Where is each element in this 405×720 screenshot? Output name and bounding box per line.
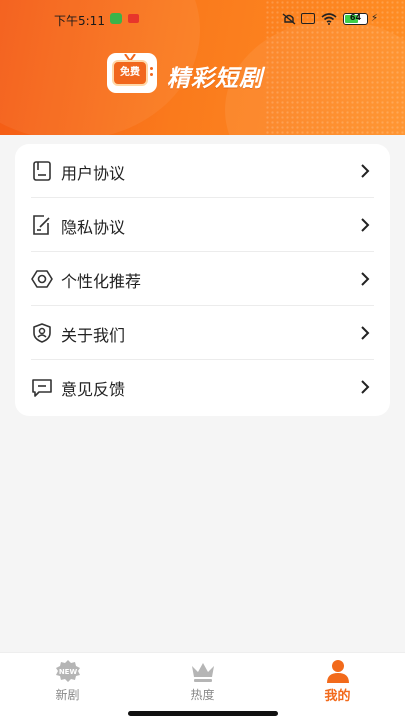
menu-item-privacy-agreement[interactable]: 隐私协议 [15,198,390,252]
menu-item-label: 关于我们 [61,326,126,345]
feedback-icon [32,379,52,397]
menu-item-label: 意见反馈 [61,380,126,399]
shield-person-icon [33,323,51,343]
logo-tv-dots [150,67,153,70]
battery-percent: 64 [349,13,362,22]
chevron-right-icon [361,380,370,394]
menu-item-label: 用户协议 [61,164,126,183]
menu-item-about-us[interactable]: 关于我们 [15,306,390,360]
chevron-right-icon [361,218,370,232]
no-sim-icon [301,13,315,24]
logo-tv-screen: 免费 [112,60,148,86]
tab-new-dramas[interactable]: NEW 新剧 [0,653,135,705]
tab-label: 我的 [324,689,351,704]
chevron-right-icon [361,164,370,178]
crown-icon [192,663,214,682]
menu-item-label: 个性化推荐 [61,272,142,291]
tab-label: 新剧 [55,688,80,702]
svg-text:NEW: NEW [59,668,78,676]
header-banner: 下午5:11 64 ⚡ 免费 精彩短剧 [0,0,405,135]
document-icon [33,161,51,181]
menu-item-feedback[interactable]: 意见反馈 [15,360,390,414]
home-indicator-area [0,704,405,720]
wechat-notification-icon [110,13,122,24]
bottom-tab-bar: NEW 新剧 热度 我的 [0,652,405,704]
chevron-right-icon [361,272,370,286]
mute-bell-icon [282,13,296,25]
tab-popular[interactable]: 热度 [135,653,270,705]
app-logo: 免费 [107,53,157,93]
status-time: 下午5:11 [54,14,105,28]
status-bar: 下午5:11 64 ⚡ [0,0,405,36]
menu-item-user-agreement[interactable]: 用户协议 [15,144,390,198]
menu-item-label: 隐私协议 [61,218,126,237]
edit-document-icon [33,215,50,235]
tab-mine[interactable]: 我的 [270,653,405,705]
new-badge-icon: NEW [56,660,80,682]
wifi-icon [321,13,337,25]
tab-label: 热度 [190,688,215,702]
battery-icon: 64 [343,13,368,25]
settings-menu-card: 用户协议 隐私协议 个性化推荐 关于我们 意见反馈 [15,144,390,416]
chevron-right-icon [361,326,370,340]
person-icon [327,660,349,683]
home-indicator[interactable] [128,711,278,716]
video-notification-icon [128,14,139,23]
charging-icon: ⚡ [371,13,379,24]
menu-item-personalized-recommendation[interactable]: 个性化推荐 [15,252,390,306]
app-title: 精彩短剧 [167,66,263,92]
settings-icon [31,270,53,288]
